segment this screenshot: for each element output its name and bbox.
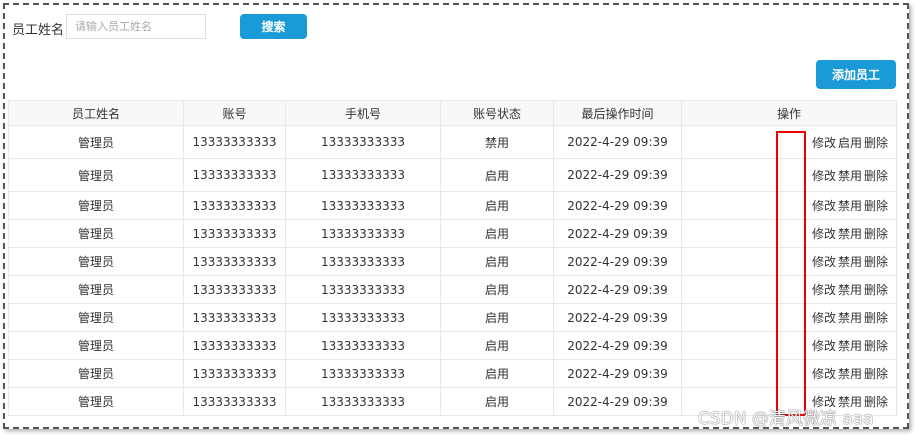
cell-phone: 13333333333 xyxy=(285,158,441,192)
toggle-status-link[interactable]: 禁用 xyxy=(838,283,862,297)
cell-account: 13333333333 xyxy=(183,303,286,332)
delete-link[interactable]: 删除 xyxy=(864,339,888,353)
edit-link[interactable]: 修改 xyxy=(812,367,836,381)
cell-status: 启用 xyxy=(440,158,554,192)
cell-name: 管理员 xyxy=(8,191,184,220)
search-label: 员工姓名 xyxy=(12,23,65,38)
cell-time: 2022-4-29 09:39 xyxy=(553,158,682,192)
edit-link[interactable]: 修改 xyxy=(812,339,836,353)
cell-account: 13333333333 xyxy=(183,275,286,304)
edit-link[interactable]: 修改 xyxy=(812,255,836,269)
cell-phone: 13333333333 xyxy=(285,219,441,248)
cell-account: 13333333333 xyxy=(183,359,286,388)
cell-time: 2022-4-29 09:39 xyxy=(553,125,682,159)
cell-status: 启用 xyxy=(440,247,554,276)
cell-phone: 13333333333 xyxy=(285,303,441,332)
cell-time: 2022-4-29 09:39 xyxy=(553,247,682,276)
toggle-status-link[interactable]: 禁用 xyxy=(838,255,862,269)
column-header: 账号 xyxy=(183,100,286,126)
edit-link[interactable]: 修改 xyxy=(812,311,836,325)
cell-name: 管理员 xyxy=(8,158,184,192)
edit-link[interactable]: 修改 xyxy=(812,136,836,150)
column-header: 账号状态 xyxy=(440,100,554,126)
table-row: 管理员 13333333333 13333333333 启用 2022-4-29 09:… xyxy=(8,191,897,220)
cell-time: 2022-4-29 09:39 xyxy=(553,359,682,388)
cell-time: 2022-4-29 09:39 xyxy=(553,303,682,332)
toggle-status-link[interactable]: 禁用 xyxy=(838,169,862,183)
toggle-status-link[interactable]: 禁用 xyxy=(838,339,862,353)
cell-name: 管理员 xyxy=(8,303,184,332)
edit-link[interactable]: 修改 xyxy=(812,169,836,183)
search-button[interactable]: 搜索 xyxy=(240,14,307,39)
cell-name: 管理员 xyxy=(8,219,184,248)
cell-status: 禁用 xyxy=(440,125,554,159)
cell-status: 启用 xyxy=(440,387,554,416)
cell-account: 13333333333 xyxy=(183,387,286,416)
cell-account: 13333333333 xyxy=(183,125,286,159)
cell-status: 启用 xyxy=(440,275,554,304)
cell-status: 启用 xyxy=(440,191,554,220)
edit-link[interactable]: 修改 xyxy=(812,283,836,297)
table-row: 管理员 13333333333 13333333333 启用 2022-4-29 09:… xyxy=(8,331,897,360)
cell-time: 2022-4-29 09:39 xyxy=(553,219,682,248)
table-row: 管理员 13333333333 13333333333 启用 2022-4-29 09:… xyxy=(8,158,897,192)
add-employee-button[interactable]: 添加员工 xyxy=(816,60,896,89)
table-row: 管理员 13333333333 13333333333 启用 2022-4-29 09:… xyxy=(8,275,897,304)
column-header: 操作 xyxy=(681,100,897,126)
cell-phone: 13333333333 xyxy=(285,125,441,159)
table-row: 管理员 13333333333 13333333333 禁用 2022-4-29 09:… xyxy=(8,125,897,159)
toggle-status-link[interactable]: 禁用 xyxy=(838,367,862,381)
cell-status: 启用 xyxy=(440,219,554,248)
cell-account: 13333333333 xyxy=(183,191,286,220)
delete-link[interactable]: 删除 xyxy=(864,283,888,297)
highlight-box xyxy=(776,131,806,416)
cell-account: 13333333333 xyxy=(183,219,286,248)
toggle-status-link[interactable]: 禁用 xyxy=(838,199,862,213)
table-row: 管理员 13333333333 13333333333 启用 2022-4-29 09:… xyxy=(8,219,897,248)
cell-account: 13333333333 xyxy=(183,331,286,360)
cell-account: 13333333333 xyxy=(183,158,286,192)
cell-name: 管理员 xyxy=(8,125,184,159)
column-header: 员工姓名 xyxy=(8,100,184,126)
toggle-status-link[interactable]: 禁用 xyxy=(838,311,862,325)
employee-name-input[interactable] xyxy=(66,14,206,39)
cell-phone: 13333333333 xyxy=(285,331,441,360)
edit-link[interactable]: 修改 xyxy=(812,199,836,213)
cell-name: 管理员 xyxy=(8,359,184,388)
cell-time: 2022-4-29 09:39 xyxy=(553,191,682,220)
delete-link[interactable]: 删除 xyxy=(864,367,888,381)
watermark: CSDN @清风微凉 aaa xyxy=(698,409,874,429)
delete-link[interactable]: 删除 xyxy=(864,169,888,183)
cell-time: 2022-4-29 09:39 xyxy=(553,331,682,360)
cell-name: 管理员 xyxy=(8,247,184,276)
cell-name: 管理员 xyxy=(8,331,184,360)
delete-link[interactable]: 删除 xyxy=(864,311,888,325)
edit-link[interactable]: 修改 xyxy=(812,227,836,241)
delete-link[interactable]: 删除 xyxy=(864,136,888,150)
cell-phone: 13333333333 xyxy=(285,191,441,220)
toggle-status-link[interactable]: 禁用 xyxy=(838,227,862,241)
cell-status: 启用 xyxy=(440,303,554,332)
column-header: 最后操作时间 xyxy=(553,100,682,126)
table-row: 管理员 13333333333 13333333333 启用 2022-4-29 09:… xyxy=(8,247,897,276)
cell-phone: 13333333333 xyxy=(285,359,441,388)
employee-table: 员工姓名 账号 手机号 账号状态 最后操作时间 操作 管理员 13333333333 1333… xyxy=(8,100,897,416)
cell-name: 管理员 xyxy=(8,387,184,416)
cell-status: 启用 xyxy=(440,359,554,388)
table-row: 管理员 13333333333 13333333333 启用 2022-4-29 09:… xyxy=(8,359,897,388)
column-header: 手机号 xyxy=(285,100,441,126)
cell-account: 13333333333 xyxy=(183,247,286,276)
cell-time: 2022-4-29 09:39 xyxy=(553,275,682,304)
cell-status: 启用 xyxy=(440,331,554,360)
cell-phone: 13333333333 xyxy=(285,275,441,304)
cell-name: 管理员 xyxy=(8,275,184,304)
toggle-status-link[interactable]: 启用 xyxy=(838,136,862,150)
delete-link[interactable]: 删除 xyxy=(864,227,888,241)
table-row: 管理员 13333333333 13333333333 启用 2022-4-29 09:… xyxy=(8,303,897,332)
delete-link[interactable]: 删除 xyxy=(864,199,888,213)
delete-link[interactable]: 删除 xyxy=(864,255,888,269)
cell-phone: 13333333333 xyxy=(285,247,441,276)
cell-phone: 13333333333 xyxy=(285,387,441,416)
cell-time: 2022-4-29 09:39 xyxy=(553,387,682,416)
